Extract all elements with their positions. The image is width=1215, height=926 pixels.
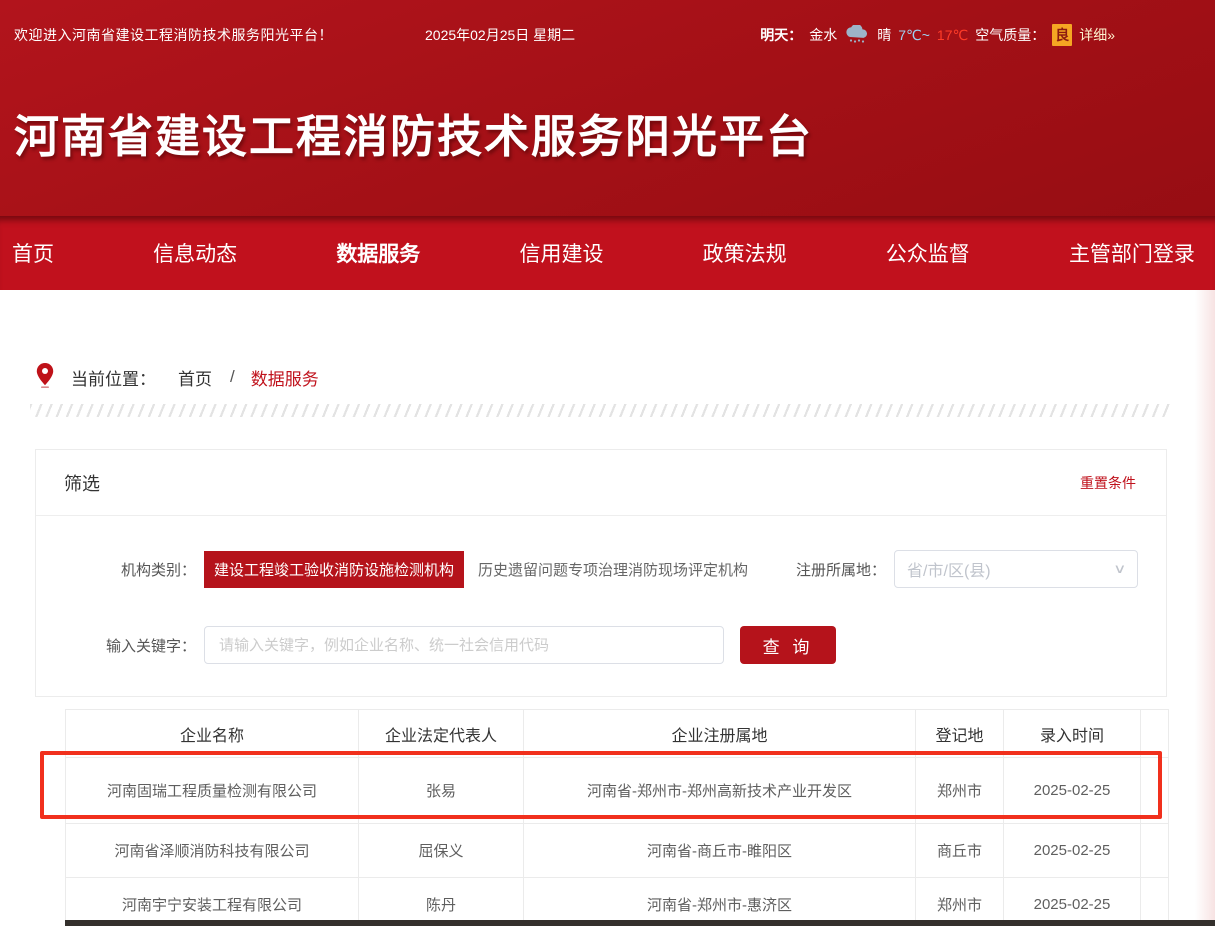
category-label: 机构类别： [36,559,204,580]
filter-row-category: 机构类别： 建设工程竣工验收消防设施检测机构 历史遗留问题专项治理消防现场评定机… [36,550,1138,588]
nav-item-admin-login[interactable]: 主管部门登录 [1069,238,1195,268]
column-header-extra [1141,710,1169,758]
region-select-placeholder: 省/市/区(县) [907,557,1115,581]
cell-registered-address: 河南省-商丘市-睢阳区 [524,824,916,878]
cell-company-name: 河南固瑞工程质量检测有限公司 [66,758,359,824]
air-quality-badge: 良 [1052,24,1072,46]
breadcrumb-label: 当前位置： [71,365,156,390]
slash-divider [30,404,1170,417]
column-header-entry-date: 录入时间 [1004,710,1141,758]
cell-registered-address: 河南省-郑州市-惠济区 [524,878,916,926]
nav-item-data-service[interactable]: 数据服务 [336,238,420,268]
cell-registered-address: 河南省-郑州市-郑州高新技术产业开发区 [524,758,916,824]
welcome-text: 欢迎进入河南省建设工程消防技术服务阳光平台！ [14,25,333,45]
filter-panel-body: 机构类别： 建设工程竣工验收消防设施检测机构 历史遗留问题专项治理消防现场评定机… [36,516,1166,696]
table-row: 河南固瑞工程质量检测有限公司 张易 河南省-郑州市-郑州高新技术产业开发区 郑州… [66,758,1169,824]
page-title: 河南省建设工程消防技术服务阳光平台 [0,70,1215,165]
cloud-rain-icon [844,25,870,45]
cell-extra [1141,758,1169,824]
temp-low: 7℃~ [898,27,930,44]
nav-item-policy[interactable]: 政策法规 [703,238,787,268]
weather-district: 金水 [809,25,837,45]
current-date: 2025年02月25日 星期二 [425,25,575,45]
results-table: 企业名称 企业法定代表人 企业注册属地 登记地 录入时间 河南固瑞工程质量检测有… [65,709,1169,926]
column-header-registration-place: 登记地 [916,710,1004,758]
weather-condition: 晴 [877,25,891,45]
filter-panel-header: 筛选 重置条件 [36,450,1166,516]
cell-registration-place: 商丘市 [916,824,1004,878]
region-label: 注册所属地： [796,559,886,580]
main-nav: 首页 信息动态 数据服务 信用建设 政策法规 公众监督 主管部门登录 [0,216,1215,290]
filter-title: 筛选 [64,470,100,496]
cell-company-name: 河南宇宁安装工程有限公司 [66,878,359,926]
breadcrumb-current-link[interactable]: 数据服务 [251,365,319,390]
content-area: 当前位置： 首页 / 数据服务 筛选 重置条件 机构类别： 建设工程竣工验收消防… [0,362,1215,926]
nav-item-home[interactable]: 首页 [12,238,54,268]
weather-detail-link[interactable]: 详细» [1079,25,1115,45]
category-tab-detection-agency[interactable]: 建设工程竣工验收消防设施检测机构 [204,551,464,588]
breadcrumb-home-link[interactable]: 首页 [178,365,212,390]
horizontal-scrollbar[interactable] [65,920,1215,926]
temp-high: 17℃ [937,27,968,44]
search-button[interactable]: 查 询 [740,626,836,664]
keyword-label: 输入关键字： [36,635,204,656]
column-header-company-name: 企业名称 [66,710,359,758]
cell-legal-rep: 张易 [359,758,524,824]
location-pin-icon [35,362,71,393]
filter-row-keyword: 输入关键字： 查 询 [36,626,1138,664]
breadcrumb-separator: / [230,367,235,387]
reset-filters-link[interactable]: 重置条件 [1080,473,1136,493]
top-bar: 欢迎进入河南省建设工程消防技术服务阳光平台！ 2025年02月25日 星期二 明… [0,0,1215,70]
cell-entry-date: 2025-02-25 [1004,878,1141,926]
table-row: 河南宇宁安装工程有限公司 陈丹 河南省-郑州市-惠济区 郑州市 2025-02-… [66,878,1169,926]
cell-extra [1141,878,1169,926]
category-tab-legacy-assessment-agency[interactable]: 历史遗留问题专项治理消防现场评定机构 [468,551,758,588]
chevron-down-icon: ∨ [1114,561,1127,577]
cell-registration-place: 郑州市 [916,878,1004,926]
cell-entry-date: 2025-02-25 [1004,824,1141,878]
cell-extra [1141,824,1169,878]
weather-widget: 明天： 金水 晴 7℃~ 17℃ 空气质量： 良 详细» [760,24,1115,46]
cell-entry-date: 2025-02-25 [1004,758,1141,824]
nav-item-credit[interactable]: 信用建设 [519,238,603,268]
column-header-registered-address: 企业注册属地 [524,710,916,758]
region-select[interactable]: 省/市/区(县) ∨ [894,550,1138,588]
cell-legal-rep: 屈保义 [359,824,524,878]
cell-company-name: 河南省泽顺消防科技有限公司 [66,824,359,878]
keyword-input[interactable] [204,626,724,664]
tomorrow-label: 明天： [760,25,802,45]
air-quality-label: 空气质量： [975,25,1045,45]
nav-item-news[interactable]: 信息动态 [153,238,237,268]
cell-legal-rep: 陈丹 [359,878,524,926]
filter-panel: 筛选 重置条件 机构类别： 建设工程竣工验收消防设施检测机构 历史遗留问题专项治… [35,449,1167,697]
site-header: 欢迎进入河南省建设工程消防技术服务阳光平台！ 2025年02月25日 星期二 明… [0,0,1215,216]
nav-item-supervision[interactable]: 公众监督 [886,238,970,268]
table-header-row: 企业名称 企业法定代表人 企业注册属地 登记地 录入时间 [66,710,1169,758]
column-header-legal-rep: 企业法定代表人 [359,710,524,758]
breadcrumb: 当前位置： 首页 / 数据服务 [35,362,1215,392]
page: 欢迎进入河南省建设工程消防技术服务阳光平台！ 2025年02月25日 星期二 明… [0,0,1215,926]
cell-registration-place: 郑州市 [916,758,1004,824]
table-row: 河南省泽顺消防科技有限公司 屈保义 河南省-商丘市-睢阳区 商丘市 2025-0… [66,824,1169,878]
